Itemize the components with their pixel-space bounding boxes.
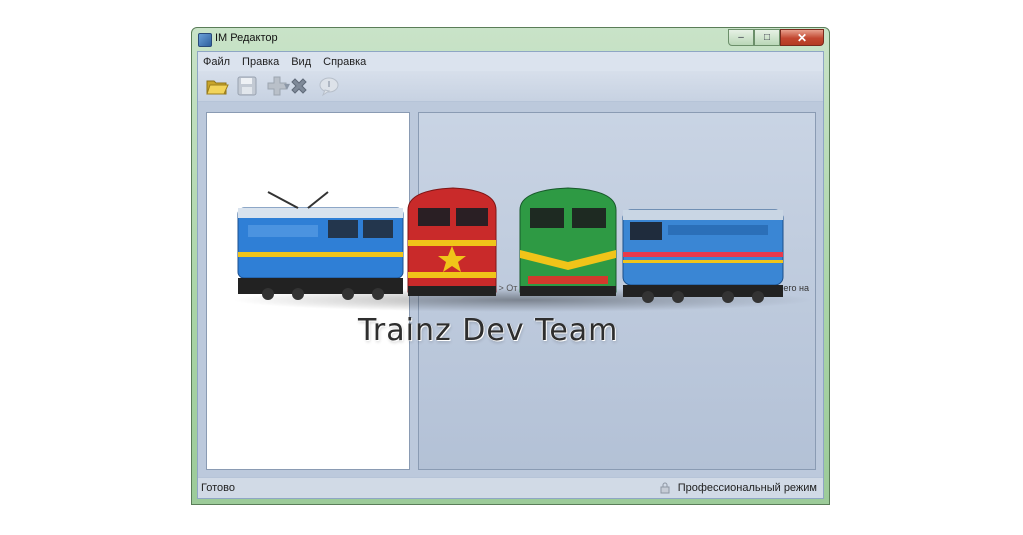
diesel-locomotive-red — [407, 187, 497, 296]
banner-title: Trainz Dev Team — [358, 313, 619, 348]
toolbar: ▾ — [198, 71, 823, 102]
menu-file[interactable]: Файл — [198, 56, 237, 68]
diesel-locomotive-green — [519, 187, 617, 296]
save-disk-icon — [237, 76, 257, 96]
mode-label: Профессиональный режим — [677, 482, 817, 494]
menu-help[interactable]: Справка — [318, 56, 373, 68]
electric-locomotive-blue — [237, 191, 404, 300]
window-title: IM Редактор — [215, 32, 278, 44]
diesel-locomotive-blue — [622, 209, 784, 303]
close-button[interactable]: ✕ — [780, 29, 824, 46]
open-button[interactable] — [202, 73, 232, 99]
app-icon — [198, 33, 212, 47]
title-bar[interactable]: IM Редактор – □ ✕ — [192, 28, 829, 50]
window-controls: – □ ✕ — [728, 29, 824, 46]
menu-view[interactable]: Вид — [286, 56, 318, 68]
delete-button[interactable] — [284, 73, 314, 99]
info-bubble-icon — [319, 77, 339, 97]
lock-icon — [660, 482, 670, 494]
minimize-button[interactable]: – — [728, 29, 754, 46]
maximize-button[interactable]: □ — [754, 29, 780, 46]
open-folder-icon — [206, 80, 229, 95]
status-mode: Профессиональный режим — [660, 482, 817, 494]
status-text: Готово — [201, 482, 235, 494]
menu-edit[interactable]: Правка — [237, 56, 286, 68]
save-button[interactable] — [232, 73, 262, 99]
delete-x-icon — [291, 78, 307, 94]
info-button[interactable] — [314, 73, 344, 99]
status-bar: Готово Профессиональный режим — [198, 477, 823, 498]
menu-bar: Файл Правка Вид Справка — [198, 52, 823, 71]
locomotives-banner — [233, 187, 813, 312]
